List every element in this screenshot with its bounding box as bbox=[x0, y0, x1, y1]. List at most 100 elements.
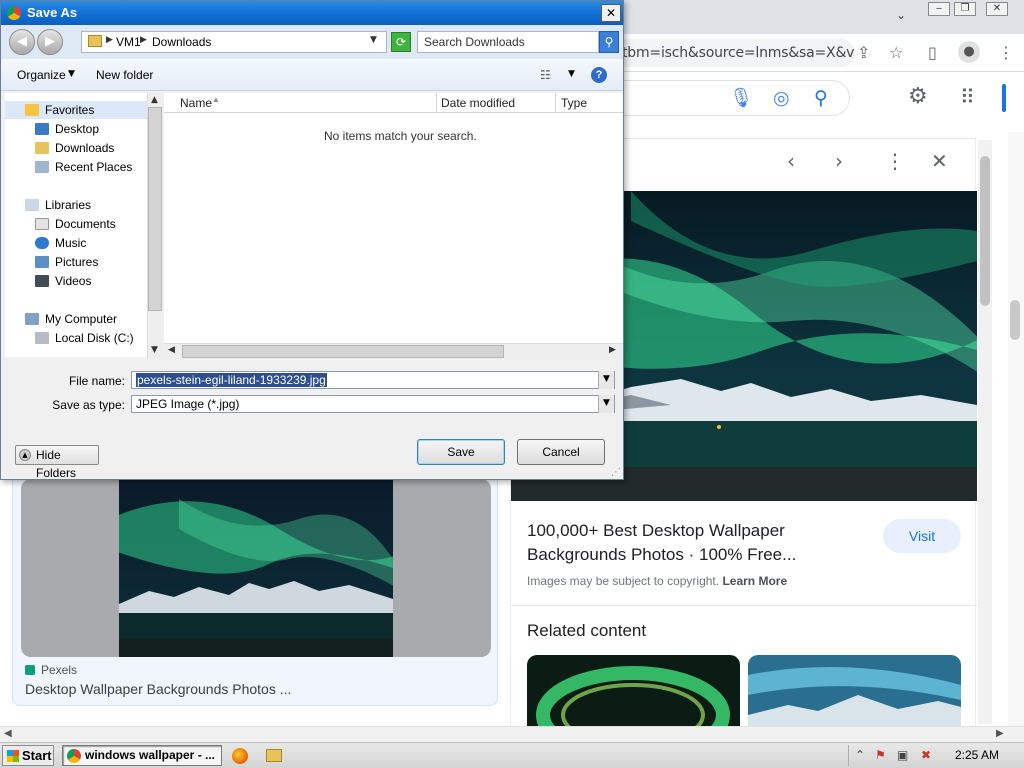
result-image-frame bbox=[21, 479, 491, 657]
next-chevron-icon[interactable]: › bbox=[835, 149, 843, 173]
chevron-down-icon[interactable]: ▼ bbox=[568, 69, 575, 79]
firefox-icon[interactable] bbox=[232, 748, 248, 764]
breadcrumb-item[interactable]: Downloads bbox=[152, 35, 211, 49]
result-title[interactable]: Desktop Wallpaper Backgrounds Photos ... bbox=[25, 681, 291, 697]
preview-title[interactable]: 100,000+ Best Desktop Wallpaper Backgrou… bbox=[527, 519, 847, 567]
nav-libraries[interactable]: Libraries bbox=[25, 198, 91, 212]
back-arrow-icon[interactable]: ◀ bbox=[9, 29, 35, 55]
settings-gear-icon[interactable]: ⚙ bbox=[908, 86, 928, 108]
sign-in-button-edge[interactable] bbox=[1002, 84, 1006, 112]
volume-muted-icon[interactable]: ✖ bbox=[921, 748, 931, 762]
tab-search-icon[interactable]: ⌄ bbox=[896, 8, 906, 22]
search-icon[interactable]: ⚲ bbox=[599, 31, 619, 53]
security-alert-icon[interactable]: ⚑ bbox=[875, 748, 886, 762]
aurora-thumbnail-image[interactable] bbox=[119, 479, 393, 657]
column-separator[interactable] bbox=[436, 93, 437, 113]
nav-favorites[interactable]: Favorites bbox=[25, 103, 94, 117]
file-list-hscrollbar-thumb[interactable] bbox=[182, 345, 504, 358]
close-window-icon[interactable]: ✕ bbox=[986, 2, 1008, 16]
apps-grid-icon[interactable]: ⠿ bbox=[960, 86, 975, 108]
breadcrumb-item[interactable]: VM1 bbox=[116, 35, 141, 49]
forward-arrow-icon[interactable]: ▶ bbox=[37, 29, 63, 55]
chevron-down-icon[interactable]: ▼ bbox=[598, 395, 614, 413]
hide-folders-button[interactable]: ▲ Hide Folders bbox=[15, 445, 99, 480]
nav-music[interactable]: Music bbox=[35, 236, 86, 250]
dialog-titlebar[interactable]: Save As ✕ bbox=[1, 1, 623, 25]
scroll-down-icon[interactable]: ▼ bbox=[151, 345, 158, 355]
show-hidden-icons-icon[interactable]: ⌃ bbox=[855, 748, 865, 762]
browser-menu-icon[interactable]: ⋮ bbox=[998, 44, 1014, 62]
file-name-field[interactable]: pexels-stein-egil-liland-1933239.jpg bbox=[131, 371, 615, 389]
refresh-icon[interactable]: ⟳ bbox=[391, 32, 411, 52]
more-options-icon[interactable]: ⋮ bbox=[885, 149, 905, 173]
taskbar-chrome-window[interactable]: windows wallpaper - ... bbox=[62, 745, 222, 766]
column-separator[interactable] bbox=[555, 93, 556, 113]
previous-chevron-icon[interactable]: ‹ bbox=[787, 149, 795, 173]
search-downloads-input[interactable]: Search Downloads bbox=[417, 31, 599, 53]
horizontal-scrollbar[interactable]: ◀ ▶ bbox=[0, 726, 1024, 742]
column-name[interactable]: Name bbox=[180, 96, 212, 110]
file-list[interactable]: Name ▲ Date modified Type No items match… bbox=[164, 93, 623, 345]
preview-scrollbar-thumb[interactable] bbox=[980, 156, 990, 306]
image-result-card[interactable]: Pexels Desktop Wallpaper Backgrounds Pho… bbox=[12, 470, 498, 706]
related-thumbnail[interactable] bbox=[748, 655, 961, 729]
nav-pictures[interactable]: Pictures bbox=[35, 255, 98, 269]
scroll-left-icon[interactable]: ◀ bbox=[4, 728, 12, 739]
scroll-right-icon[interactable]: ▶ bbox=[996, 728, 1004, 739]
page-scrollbar-thumb[interactable] bbox=[1010, 300, 1020, 340]
nav-videos[interactable]: Videos bbox=[35, 274, 91, 288]
lens-icon[interactable]: ◎ bbox=[773, 87, 790, 109]
scroll-left-icon[interactable]: ◀ bbox=[168, 345, 175, 355]
views-icon[interactable]: ☷ bbox=[540, 68, 551, 82]
result-source[interactable]: Pexels bbox=[25, 663, 77, 677]
close-preview-icon[interactable]: ✕ bbox=[931, 149, 948, 173]
voice-search-icon[interactable]: 🎙 bbox=[729, 87, 753, 109]
nav-recent-places[interactable]: Recent Places bbox=[35, 160, 132, 174]
side-panel-icon[interactable]: ▯ bbox=[928, 44, 937, 62]
nav-my-computer[interactable]: My Computer bbox=[25, 312, 117, 326]
breadcrumb-separator-icon[interactable]: ▶ bbox=[140, 35, 147, 45]
breadcrumb[interactable]: ▶ VM1 ▶ Downloads ▼ bbox=[81, 31, 387, 53]
scroll-up-icon[interactable]: ▲ bbox=[151, 95, 158, 105]
chevron-down-icon[interactable]: ▼ bbox=[68, 69, 75, 79]
save-button[interactable]: Save bbox=[417, 439, 505, 465]
organize-menu[interactable]: Organize bbox=[17, 68, 66, 82]
chevron-down-icon[interactable]: ▼ bbox=[598, 371, 614, 389]
nav-documents[interactable]: Documents bbox=[35, 217, 116, 231]
cancel-button[interactable]: Cancel bbox=[517, 439, 605, 465]
breadcrumb-separator-icon[interactable]: ▶ bbox=[106, 35, 113, 45]
dialog-close-button[interactable]: ✕ bbox=[601, 4, 621, 22]
visit-button[interactable]: Visit bbox=[883, 519, 961, 553]
resize-grip-icon[interactable]: ⋰ bbox=[611, 467, 621, 478]
command-bar: Organize ▼ New folder ☷ ▼ ? bbox=[1, 59, 623, 91]
address-bar[interactable]: tbm=isch&source=lnms&sa=X&v... bbox=[600, 39, 855, 67]
minimize-icon[interactable]: ‒ bbox=[928, 2, 950, 16]
breadcrumb-dropdown-icon[interactable]: ▼ bbox=[370, 35, 377, 45]
file-explorer-icon[interactable] bbox=[266, 749, 282, 762]
nav-pane-scrollbar-thumb[interactable] bbox=[148, 107, 162, 311]
search-icon[interactable]: ⚲ bbox=[814, 87, 828, 109]
share-icon[interactable]: ⇪ bbox=[857, 44, 870, 62]
libraries-icon bbox=[25, 199, 39, 211]
nav-downloads[interactable]: Downloads bbox=[35, 141, 114, 155]
save-as-dialog: Save As ✕ ◀ ▶ ▶ VM1 ▶ Downloads ▼ ⟳ Sear… bbox=[0, 0, 624, 480]
bookmark-star-icon[interactable]: ☆ bbox=[889, 44, 903, 62]
profile-avatar-icon[interactable]: ● bbox=[958, 41, 980, 63]
learn-more-link[interactable]: Learn More bbox=[722, 574, 787, 588]
help-icon[interactable]: ? bbox=[591, 67, 607, 83]
page-scrollbar[interactable] bbox=[1008, 132, 1024, 728]
nav-local-disk[interactable]: Local Disk (C:) bbox=[35, 331, 134, 345]
save-type-select[interactable]: JPEG Image (*.jpg) bbox=[131, 395, 615, 413]
start-button[interactable]: Start bbox=[2, 745, 54, 766]
column-date-modified[interactable]: Date modified bbox=[441, 96, 515, 110]
clock[interactable]: 2:25 AM bbox=[955, 748, 999, 762]
maximize-icon[interactable]: ❐ bbox=[954, 2, 976, 16]
new-folder-button[interactable]: New folder bbox=[96, 68, 153, 82]
column-type[interactable]: Type bbox=[561, 96, 587, 110]
related-thumbnail[interactable] bbox=[527, 655, 740, 729]
search-box[interactable] bbox=[600, 80, 850, 116]
scroll-right-icon[interactable]: ▶ bbox=[609, 345, 616, 355]
network-icon[interactable]: ▣ bbox=[897, 748, 908, 762]
downloads-folder-icon bbox=[35, 142, 49, 154]
nav-desktop[interactable]: Desktop bbox=[35, 122, 99, 136]
